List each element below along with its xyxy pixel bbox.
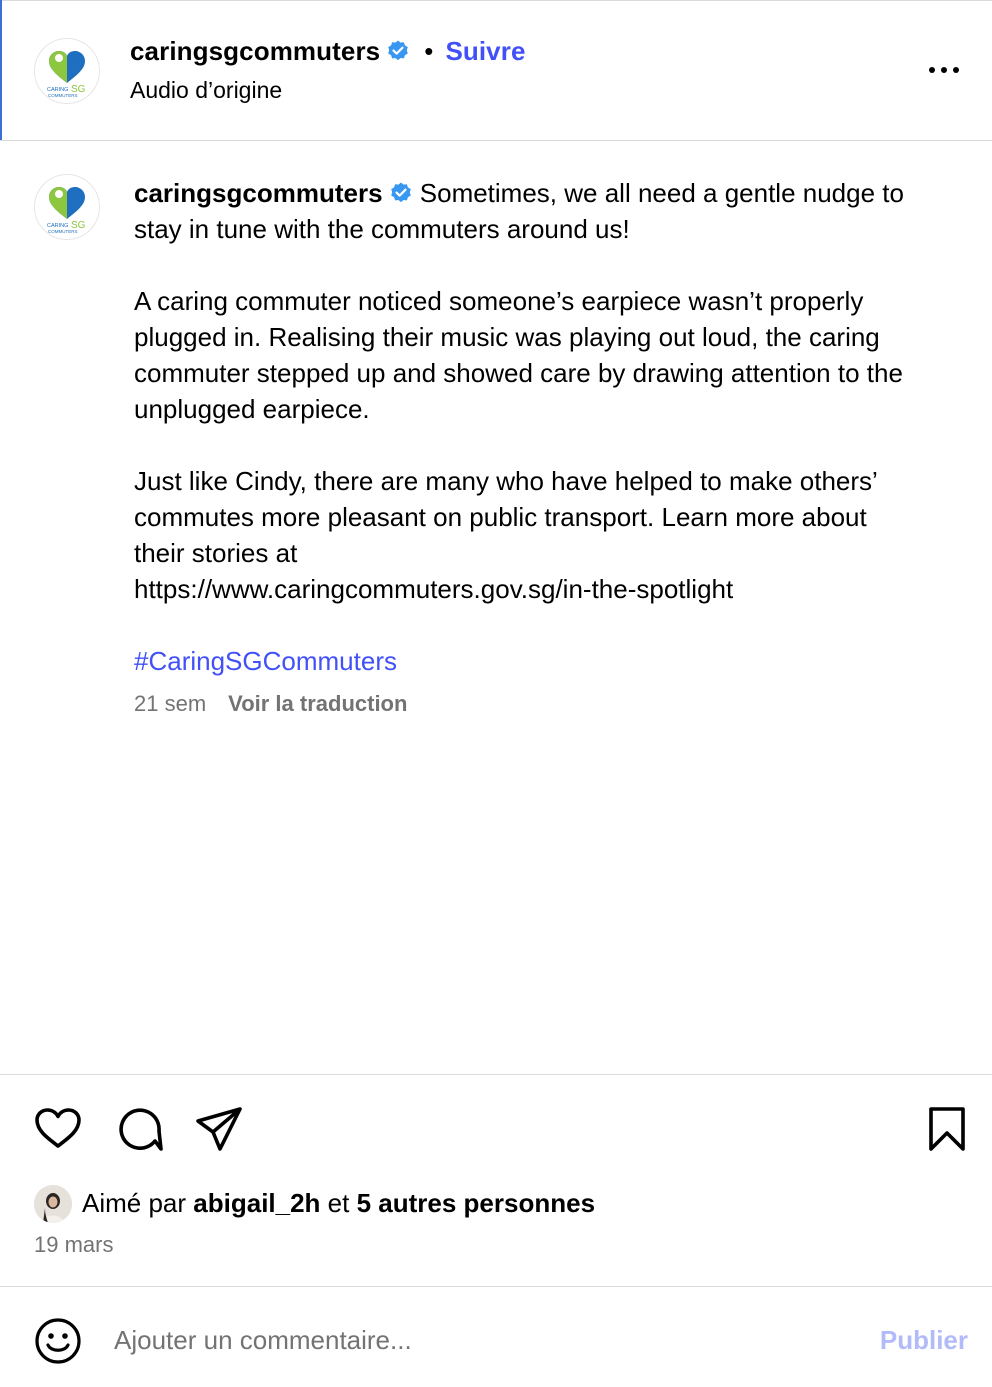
comment-input[interactable] — [114, 1319, 834, 1361]
caringsg-logo: CARING SG COMMUTERS — [47, 51, 86, 98]
publish-button[interactable]: Publier — [880, 1325, 968, 1356]
account-avatar[interactable]: CARING SG COMMUTERS — [34, 38, 100, 104]
caption-text: caringsgcommuters Sometimes, we all need… — [134, 175, 914, 679]
likes-text: Aimé par abigail_2h et 5 autres personne… — [82, 1188, 595, 1219]
caption-url: https://www.caringcommuters.gov.sg/in-th… — [134, 574, 734, 604]
logo-commuters: COMMUTERS — [48, 229, 78, 234]
original-audio-link[interactable]: Audio d’origine — [130, 77, 282, 104]
post-date[interactable]: 19 mars — [34, 1232, 113, 1258]
share-icon[interactable] — [194, 1104, 244, 1154]
caption-section: CARING SG COMMUTERS caringsgcommuters So… — [0, 141, 992, 1075]
comment-icon[interactable] — [114, 1104, 164, 1154]
other-likers-link[interactable]: 5 autres personnes — [357, 1188, 595, 1218]
hashtag-link[interactable]: #CaringSGCommuters — [134, 646, 397, 676]
caption-paragraph-2: A caring commuter noticed someone’s earp… — [134, 286, 903, 424]
header-username[interactable]: caringsgcommuters — [130, 36, 380, 66]
follow-button[interactable]: Suivre — [445, 36, 525, 66]
liker-photo — [34, 1185, 72, 1223]
action-bar — [0, 1090, 992, 1170]
see-translation-button[interactable]: Voir la traduction — [228, 691, 407, 716]
post-age[interactable]: 21 sem — [134, 691, 206, 716]
liker-username[interactable]: abigail_2h — [193, 1188, 320, 1218]
frame-edge — [0, 0, 2, 140]
header-separator: • — [424, 36, 434, 66]
comment-bar: Publier — [0, 1286, 992, 1387]
caringsg-logo: CARING SG COMMUTERS — [47, 187, 86, 234]
emoji-icon[interactable] — [34, 1317, 82, 1365]
bookmark-icon[interactable] — [922, 1104, 972, 1154]
logo-commuters: COMMUTERS — [48, 93, 78, 98]
heart-icon[interactable] — [33, 1104, 83, 1154]
caption-paragraph-3: Just like Cindy, there are many who have… — [134, 466, 877, 568]
more-options-icon[interactable] — [924, 56, 964, 84]
liker-avatar[interactable] — [34, 1185, 72, 1223]
post-header: CARING SG COMMUTERS caringsgcommuters • S… — [0, 0, 992, 141]
caption-meta: 21 sem Voir la traduction — [134, 691, 407, 717]
caption-avatar[interactable]: CARING SG COMMUTERS — [34, 174, 100, 240]
caption-username[interactable]: caringsgcommuters — [134, 178, 383, 208]
verified-badge-icon — [390, 182, 411, 203]
likes-connector: et — [327, 1188, 350, 1218]
verified-badge-icon — [388, 40, 409, 61]
likes-prefix: Aimé par — [82, 1188, 187, 1218]
header-line: caringsgcommuters • Suivre — [130, 36, 526, 67]
